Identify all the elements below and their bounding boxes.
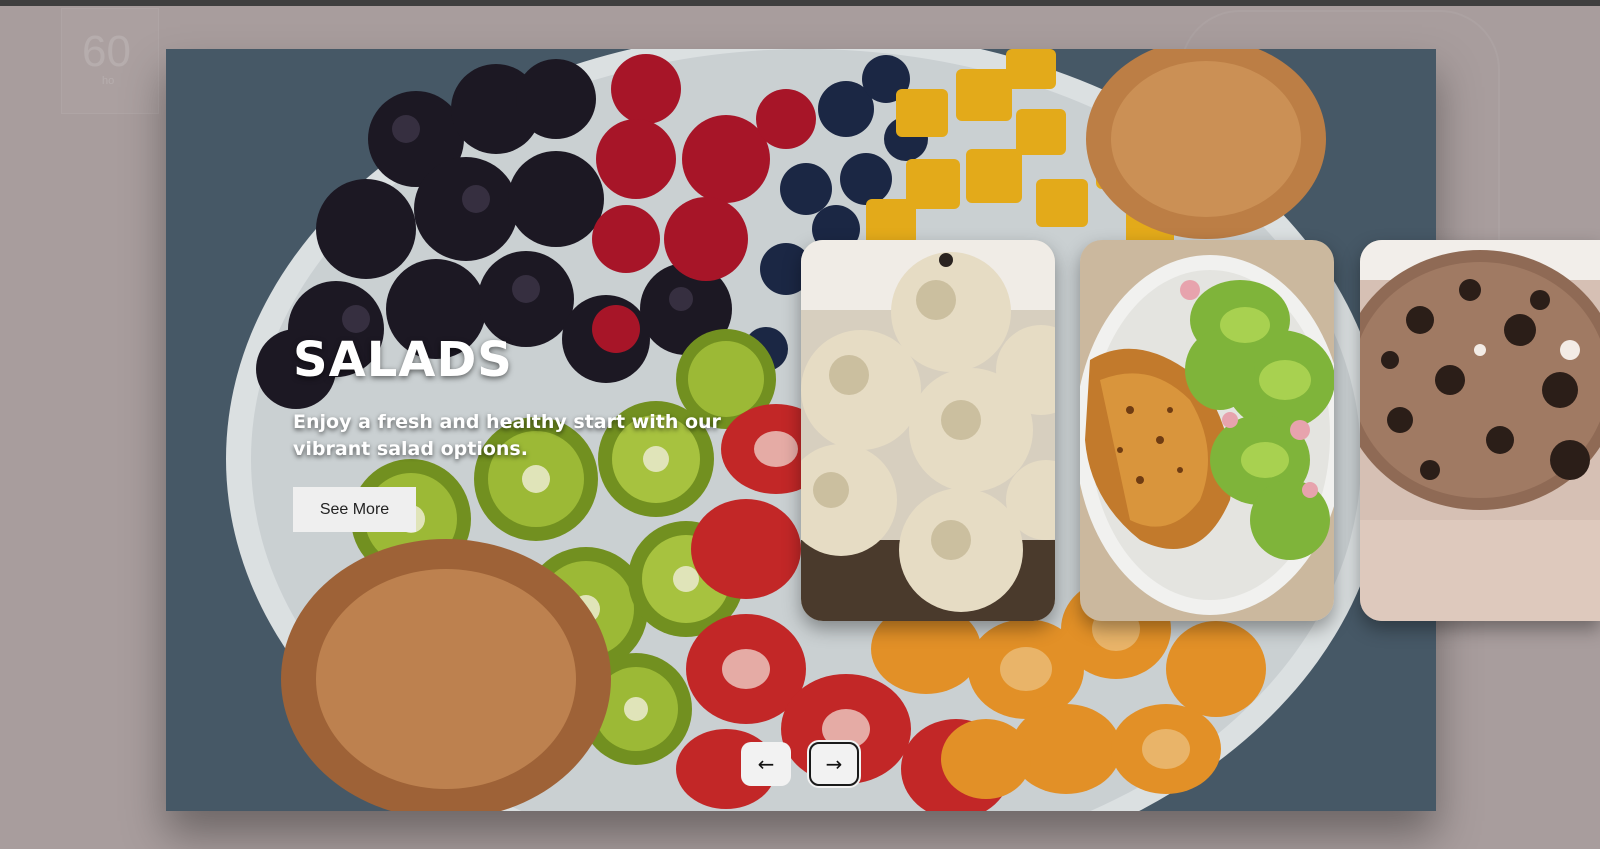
see-more-button[interactable]: See More — [293, 487, 416, 532]
grilled-chicken-salad-image — [1080, 240, 1334, 621]
arrow-left-icon: ← — [757, 752, 775, 776]
background-counter-badge: 60 ho — [61, 8, 159, 114]
thumbnail-chicken-salad[interactable] — [1080, 240, 1334, 621]
hero-title: SALADS — [293, 332, 513, 388]
arrow-right-icon: → — [825, 752, 843, 776]
top-bar — [0, 0, 1600, 6]
hero-description: Enjoy a fresh and healthy start with our… — [293, 411, 721, 460]
oreo-milkshake-image — [1360, 240, 1600, 621]
background-counter-label: ho — [102, 75, 115, 87]
next-button[interactable]: → — [809, 742, 859, 786]
previous-button[interactable]: ← — [741, 742, 791, 786]
background-counter-number: 60 — [82, 27, 131, 76]
thumbnail-milkshake[interactable] — [1360, 240, 1600, 621]
thumbnail-ladoo[interactable] — [801, 240, 1055, 621]
ladoo-sweets-image — [801, 240, 1055, 621]
